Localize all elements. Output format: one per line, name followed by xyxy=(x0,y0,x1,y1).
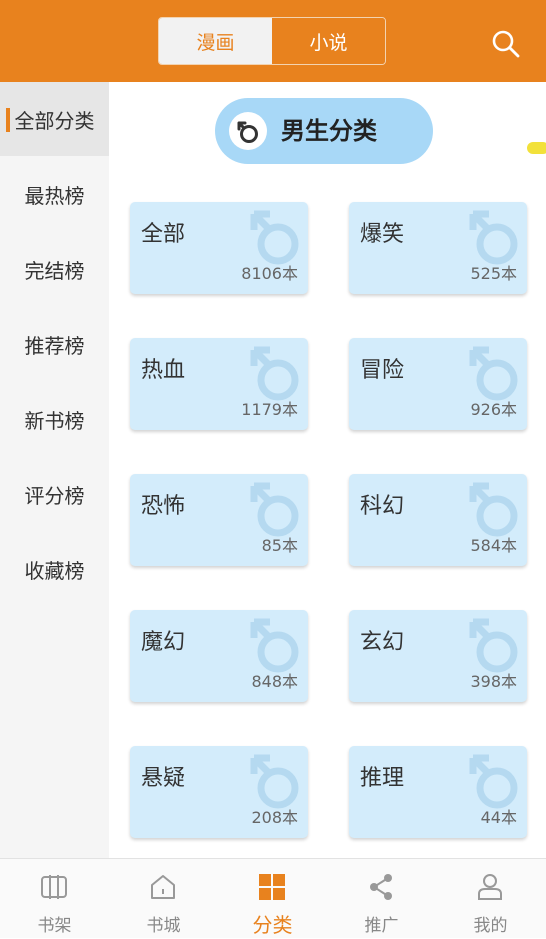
category-card[interactable]: 科幻 584本 xyxy=(349,474,527,566)
search-icon[interactable] xyxy=(490,28,522,60)
nav-bookstore[interactable]: 书城 xyxy=(109,859,218,939)
category-name: 玄幻 xyxy=(360,630,405,655)
nav-profile[interactable]: 我的 xyxy=(436,859,545,939)
sidebar-item-all-categories[interactable]: 全部分类 xyxy=(0,82,109,156)
share-icon xyxy=(370,874,392,900)
top-bar: 漫画 小说 xyxy=(0,0,546,82)
category-name: 爆笑 xyxy=(360,222,405,247)
category-card[interactable]: 悬疑 208本 xyxy=(130,746,308,838)
content-type-switch: 漫画 小说 xyxy=(158,17,386,65)
sidebar-item-favorites[interactable]: 收藏榜 xyxy=(0,532,109,606)
category-card[interactable]: 爆笑 525本 xyxy=(349,202,527,294)
category-name: 恐怖 xyxy=(141,494,186,519)
nav-promotion[interactable]: 推广 xyxy=(327,859,436,939)
category-card[interactable]: 恐怖 85本 xyxy=(130,474,308,566)
category-count: 398本 xyxy=(470,672,517,691)
category-grid-icon xyxy=(259,874,285,900)
category-count: 926本 xyxy=(470,400,517,419)
category-count: 8106本 xyxy=(241,264,298,283)
category-card[interactable]: 推理 44本 xyxy=(349,746,527,838)
category-card[interactable]: 冒险 926本 xyxy=(349,338,527,430)
category-panel: 男生分类 全部 8106本 爆笑 525本 热血 1179本 冒险 926本 恐… xyxy=(109,82,546,858)
tab-novels[interactable]: 小说 xyxy=(272,18,385,64)
sidebar-item-recommended[interactable]: 推荐榜 xyxy=(0,307,109,381)
male-category-banner: 男生分类 xyxy=(215,98,546,164)
category-name: 科幻 xyxy=(360,494,405,519)
banner-title: 男生分类 xyxy=(281,117,377,145)
sidebar-item-completed[interactable]: 完结榜 xyxy=(0,232,109,306)
category-count: 44本 xyxy=(480,808,517,827)
category-name: 热血 xyxy=(141,358,186,383)
ranking-sidebar: 全部分类 最热榜 完结榜 推荐榜 新书榜 评分榜 收藏榜 xyxy=(0,82,109,858)
sidebar-item-rating[interactable]: 评分榜 xyxy=(0,457,109,531)
category-count: 208本 xyxy=(251,808,298,827)
category-count: 85本 xyxy=(261,536,298,555)
nav-category[interactable]: 分类 xyxy=(218,859,327,939)
nav-bookshelf[interactable]: 书架 xyxy=(0,859,109,939)
male-symbol-icon xyxy=(229,112,267,150)
category-card[interactable]: 玄幻 398本 xyxy=(349,610,527,702)
bookshelf-icon xyxy=(41,875,67,899)
category-name: 魔幻 xyxy=(141,630,186,655)
category-card[interactable]: 魔幻 848本 xyxy=(130,610,308,702)
tab-comics[interactable]: 漫画 xyxy=(159,18,272,64)
sidebar-item-hottest[interactable]: 最热榜 xyxy=(0,157,109,231)
category-name: 悬疑 xyxy=(141,766,186,791)
category-name: 冒险 xyxy=(360,358,405,383)
sidebar-item-new-books[interactable]: 新书榜 xyxy=(0,382,109,456)
home-icon xyxy=(151,875,175,899)
category-count: 525本 xyxy=(470,264,517,283)
category-name: 推理 xyxy=(360,766,405,791)
category-name: 全部 xyxy=(141,222,186,247)
category-card[interactable]: 热血 1179本 xyxy=(130,338,308,430)
category-count: 848本 xyxy=(251,672,298,691)
category-count: 1179本 xyxy=(241,400,298,419)
bottom-nav: 书架 书城 分类 推广 我的 xyxy=(0,858,546,938)
banner-decoration xyxy=(527,142,546,154)
category-count: 584本 xyxy=(470,536,517,555)
category-card[interactable]: 全部 8106本 xyxy=(130,202,308,294)
profile-icon xyxy=(478,874,502,900)
